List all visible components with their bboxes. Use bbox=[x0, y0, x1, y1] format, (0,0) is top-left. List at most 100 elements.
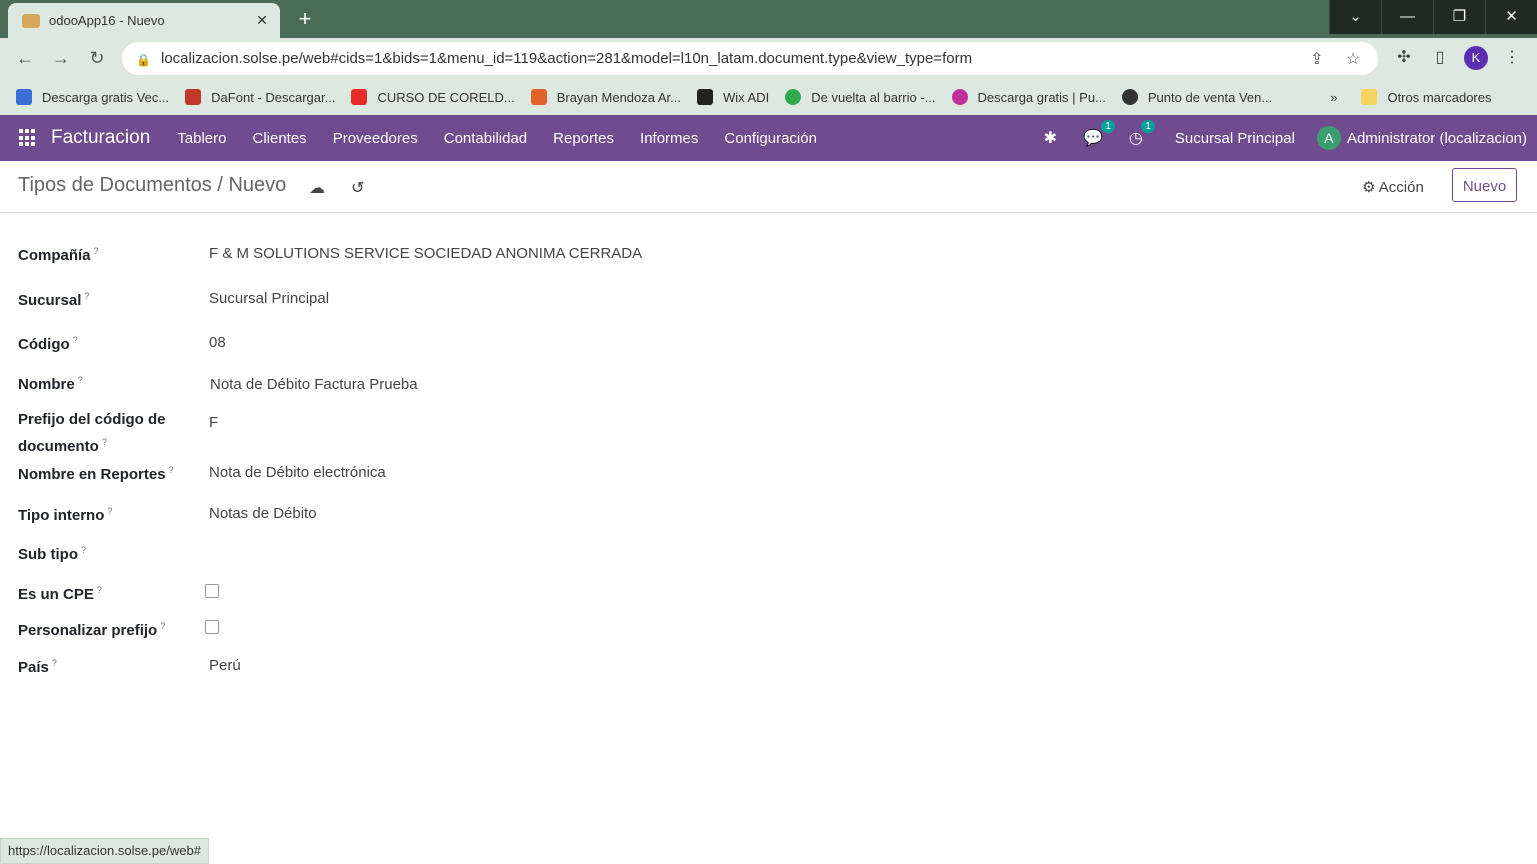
help-icon[interactable]: ? bbox=[169, 465, 174, 475]
address-bar-row: ← → ↻ 🔒 localizacion.solse.pe/web#cids=1… bbox=[0, 38, 1537, 79]
tab-search-icon[interactable]: ⌄ bbox=[1329, 0, 1381, 34]
menu-item-clientes[interactable]: Clientes bbox=[239, 130, 319, 147]
help-icon[interactable]: ? bbox=[78, 375, 83, 385]
company-switcher[interactable]: Sucursal Principal bbox=[1175, 130, 1295, 147]
bookmarks-bar: Descarga gratis Vec... DaFont - Descarga… bbox=[0, 79, 1537, 115]
extensions-icon[interactable]: ✣ bbox=[1393, 47, 1415, 69]
side-panel-icon[interactable]: ▯ bbox=[1429, 47, 1451, 69]
folder-icon bbox=[1361, 89, 1378, 105]
back-icon[interactable]: ← bbox=[13, 46, 37, 70]
omnibox[interactable]: 🔒 localizacion.solse.pe/web#cids=1&bids=… bbox=[122, 42, 1378, 75]
gear-icon: ⚙ bbox=[1362, 179, 1376, 196]
bookmark-item[interactable]: Descarga gratis Vec... bbox=[16, 89, 169, 105]
share-icon[interactable]: ⇪ bbox=[1306, 49, 1328, 69]
field-value-internal-type[interactable]: Notas de Débito bbox=[209, 505, 317, 522]
bookmark-favicon-icon bbox=[697, 89, 713, 105]
lock-icon[interactable]: 🔒 bbox=[136, 53, 151, 67]
is-cpe-checkbox[interactable] bbox=[205, 584, 219, 598]
bookmark-favicon-icon bbox=[951, 89, 968, 105]
bookmarks-overflow-icon[interactable]: » bbox=[1330, 90, 1337, 105]
control-panel: Tipos de Documentos / Nuevo ☁ ↺ ⚙ Acción… bbox=[0, 161, 1537, 213]
field-label-branch: Sucursal? bbox=[18, 291, 90, 309]
close-window-button[interactable]: ✕ bbox=[1485, 0, 1537, 34]
field-label-is-cpe: Es un CPE? bbox=[18, 585, 102, 603]
field-label-code: Código? bbox=[18, 335, 78, 353]
bookmark-item[interactable]: Descarga gratis | Pu... bbox=[951, 89, 1106, 105]
field-value-branch[interactable]: Sucursal Principal bbox=[209, 290, 329, 307]
reload-icon[interactable]: ↻ bbox=[85, 46, 109, 70]
field-label-prefix: Prefijo del código de documento? bbox=[18, 411, 166, 455]
menu-item-proveedores[interactable]: Proveedores bbox=[320, 130, 431, 147]
messages-icon[interactable]: 💬 1 bbox=[1083, 120, 1115, 148]
bookmark-item[interactable]: Wix ADI bbox=[697, 89, 769, 105]
bookmark-item[interactable]: DaFont - Descargar... bbox=[185, 89, 335, 105]
app-name[interactable]: Facturacion bbox=[51, 127, 150, 149]
field-label-subtype: Sub tipo? bbox=[18, 545, 87, 563]
field-value-report-name[interactable]: Nota de Débito electrónica bbox=[209, 464, 386, 481]
help-icon[interactable]: ? bbox=[81, 545, 86, 555]
url-text[interactable]: localizacion.solse.pe/web#cids=1&bids=1&… bbox=[161, 50, 1306, 67]
menu-item-tablero[interactable]: Tablero bbox=[164, 130, 239, 147]
field-label-company: Compañía? bbox=[18, 246, 99, 264]
user-avatar[interactable]: A bbox=[1316, 126, 1341, 150]
help-icon[interactable]: ? bbox=[84, 291, 89, 301]
new-record-button[interactable]: Nuevo bbox=[1452, 168, 1517, 202]
browser-title-bar: odooApp16 - Nuevo ✕ + ⌄ — ❐ ✕ bbox=[0, 0, 1537, 38]
help-icon[interactable]: ? bbox=[94, 246, 99, 256]
bookmark-favicon-icon bbox=[1121, 89, 1138, 105]
bookmark-favicon-icon bbox=[16, 89, 32, 105]
save-cloud-icon[interactable]: ☁ bbox=[309, 178, 325, 198]
bookmark-favicon-icon bbox=[785, 89, 802, 105]
menu-item-reportes[interactable]: Reportes bbox=[540, 130, 627, 147]
custom-prefix-checkbox[interactable] bbox=[205, 620, 219, 634]
field-value-company[interactable]: F & M SOLUTIONS SERVICE SOCIEDAD ANONIMA… bbox=[209, 245, 642, 262]
debug-bug-icon[interactable]: ✱ bbox=[1044, 128, 1057, 148]
field-label-country: País? bbox=[18, 658, 57, 676]
field-value-country[interactable]: Perú bbox=[209, 657, 241, 674]
profile-avatar[interactable]: K bbox=[1464, 46, 1488, 70]
user-menu[interactable]: Administrator (localizacion) bbox=[1347, 130, 1527, 147]
discard-undo-icon[interactable]: ↺ bbox=[351, 178, 364, 198]
bookmark-item[interactable]: Punto de venta Ven... bbox=[1121, 89, 1272, 105]
field-label-internal-type: Tipo interno? bbox=[18, 506, 113, 524]
activities-clock-icon[interactable]: ◷ 1 bbox=[1129, 120, 1155, 148]
activities-badge: 1 bbox=[1141, 120, 1155, 133]
bookmark-star-icon[interactable]: ☆ bbox=[1342, 49, 1364, 69]
field-label-name: Nombre? bbox=[18, 375, 83, 393]
help-icon[interactable]: ? bbox=[97, 585, 102, 595]
field-label-custom-prefix: Personalizar prefijo? bbox=[18, 621, 166, 639]
odoo-favicon-icon bbox=[22, 13, 40, 28]
help-icon[interactable]: ? bbox=[52, 658, 57, 668]
new-tab-button[interactable]: + bbox=[292, 6, 318, 32]
browser-tab[interactable]: odooApp16 - Nuevo ✕ bbox=[8, 3, 280, 38]
bookmark-item[interactable]: CURSO DE CORELD... bbox=[351, 89, 515, 105]
action-menu-button[interactable]: ⚙ Acción bbox=[1362, 178, 1424, 196]
restore-button[interactable]: ❐ bbox=[1433, 0, 1485, 34]
link-status-bar: https://localizacion.solse.pe/web# bbox=[0, 838, 209, 864]
chrome-menu-icon[interactable]: ⋮ bbox=[1501, 47, 1523, 69]
bookmark-favicon-icon bbox=[185, 89, 202, 105]
bookmark-item[interactable]: Brayan Mendoza Ar... bbox=[530, 89, 681, 105]
menu-item-contabilidad[interactable]: Contabilidad bbox=[431, 130, 540, 147]
forward-icon[interactable]: → bbox=[49, 46, 73, 70]
menu-item-informes[interactable]: Informes bbox=[627, 130, 711, 147]
field-label-report-name: Nombre en Reportes? bbox=[18, 465, 174, 483]
help-icon[interactable]: ? bbox=[107, 506, 112, 516]
field-value-code[interactable]: 08 bbox=[209, 334, 226, 351]
apps-menu-icon[interactable] bbox=[19, 129, 37, 147]
tab-title: odooApp16 - Nuevo bbox=[49, 13, 165, 28]
breadcrumb[interactable]: Tipos de Documentos / Nuevo bbox=[18, 174, 286, 197]
field-value-name[interactable]: Nota de Débito Factura Prueba bbox=[210, 376, 418, 393]
bookmark-item[interactable]: De vuelta al barrio -... bbox=[785, 89, 936, 105]
odoo-navbar: Facturacion Tablero Clientes Proveedores… bbox=[0, 115, 1537, 161]
help-icon[interactable]: ? bbox=[102, 437, 107, 447]
menu-item-configuracion[interactable]: Configuración bbox=[711, 130, 830, 147]
help-icon[interactable]: ? bbox=[160, 621, 165, 631]
messages-badge: 1 bbox=[1101, 120, 1115, 133]
other-bookmarks[interactable]: Otros marcadores bbox=[1361, 89, 1492, 105]
help-icon[interactable]: ? bbox=[73, 335, 78, 345]
field-value-prefix[interactable]: F bbox=[209, 414, 218, 431]
minimize-button[interactable]: — bbox=[1381, 0, 1433, 34]
tab-close-icon[interactable]: ✕ bbox=[252, 12, 272, 29]
bookmark-favicon-icon bbox=[530, 89, 547, 105]
